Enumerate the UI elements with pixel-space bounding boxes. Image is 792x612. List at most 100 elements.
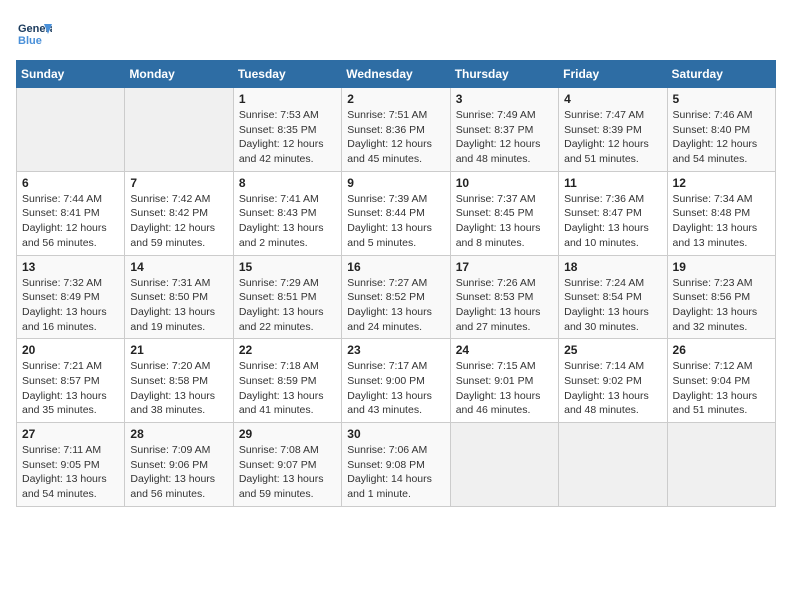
calendar-cell [450, 423, 558, 507]
day-number: 22 [239, 343, 336, 357]
day-info: Sunrise: 7:47 AM Sunset: 8:39 PM Dayligh… [564, 108, 661, 167]
day-number: 2 [347, 92, 444, 106]
day-info: Sunrise: 7:26 AM Sunset: 8:53 PM Dayligh… [456, 276, 553, 335]
day-info: Sunrise: 7:34 AM Sunset: 8:48 PM Dayligh… [673, 192, 770, 251]
day-info: Sunrise: 7:41 AM Sunset: 8:43 PM Dayligh… [239, 192, 336, 251]
day-number: 8 [239, 176, 336, 190]
calendar-cell: 1 Sunrise: 7:53 AM Sunset: 8:35 PM Daylig… [233, 88, 341, 172]
day-info: Sunrise: 7:44 AM Sunset: 8:41 PM Dayligh… [22, 192, 119, 251]
day-info: Sunrise: 7:37 AM Sunset: 8:45 PM Dayligh… [456, 192, 553, 251]
day-number: 23 [347, 343, 444, 357]
calendar-cell: 25 Sunrise: 7:14 AM Sunset: 9:02 PM Dayli… [559, 339, 667, 423]
col-header-tuesday: Tuesday [233, 61, 341, 88]
day-number: 15 [239, 260, 336, 274]
day-number: 14 [130, 260, 227, 274]
calendar-cell: 11 Sunrise: 7:36 AM Sunset: 8:47 PM Dayli… [559, 171, 667, 255]
day-number: 10 [456, 176, 553, 190]
logo: General Blue [16, 16, 56, 52]
day-info: Sunrise: 7:15 AM Sunset: 9:01 PM Dayligh… [456, 359, 553, 418]
logo-icon: General Blue [16, 16, 52, 52]
calendar-cell: 27Sunrise: 7:11 AM Sunset: 9:05 PM Dayli… [17, 423, 125, 507]
day-info: Sunrise: 7:18 AM Sunset: 8:59 PM Dayligh… [239, 359, 336, 418]
day-number: 24 [456, 343, 553, 357]
calendar-cell: 19 Sunrise: 7:23 AM Sunset: 8:56 PM Dayli… [667, 255, 775, 339]
day-info: Sunrise: 7:46 AM Sunset: 8:40 PM Dayligh… [673, 108, 770, 167]
calendar-cell: 15Sunrise: 7:29 AM Sunset: 8:51 PM Dayli… [233, 255, 341, 339]
calendar-cell: 23 Sunrise: 7:17 AM Sunset: 9:00 PM Dayli… [342, 339, 450, 423]
day-info: Sunrise: 7:49 AM Sunset: 8:37 PM Dayligh… [456, 108, 553, 167]
calendar-cell: 20Sunrise: 7:21 AM Sunset: 8:57 PM Dayli… [17, 339, 125, 423]
calendar-table: SundayMondayTuesdayWednesdayThursdayFrid… [16, 60, 776, 507]
day-info: Sunrise: 7:17 AM Sunset: 9:00 PM Dayligh… [347, 359, 444, 418]
day-number: 4 [564, 92, 661, 106]
calendar-cell: 18 Sunrise: 7:24 AM Sunset: 8:54 PM Dayli… [559, 255, 667, 339]
calendar-cell: 10 Sunrise: 7:37 AM Sunset: 8:45 PM Dayli… [450, 171, 558, 255]
day-info: Sunrise: 7:12 AM Sunset: 9:04 PM Dayligh… [673, 359, 770, 418]
day-number: 1 [239, 92, 336, 106]
day-info: Sunrise: 7:06 AM Sunset: 9:08 PM Dayligh… [347, 443, 444, 502]
col-header-thursday: Thursday [450, 61, 558, 88]
day-number: 29 [239, 427, 336, 441]
day-info: Sunrise: 7:36 AM Sunset: 8:47 PM Dayligh… [564, 192, 661, 251]
calendar-cell: 13 Sunrise: 7:32 AM Sunset: 8:49 PM Dayli… [17, 255, 125, 339]
day-number: 12 [673, 176, 770, 190]
calendar-cell [125, 88, 233, 172]
day-number: 6 [22, 176, 119, 190]
week-row-0: 1 Sunrise: 7:53 AM Sunset: 8:35 PM Daylig… [17, 88, 776, 172]
calendar-cell: 3 Sunrise: 7:49 AM Sunset: 8:37 PM Daylig… [450, 88, 558, 172]
svg-text:Blue: Blue [18, 35, 42, 47]
day-info: Sunrise: 7:53 AM Sunset: 8:35 PM Dayligh… [239, 108, 336, 167]
day-info: Sunrise: 7:09 AM Sunset: 9:06 PM Dayligh… [130, 443, 227, 502]
calendar-cell: 5 Sunrise: 7:46 AM Sunset: 8:40 PM Daylig… [667, 88, 775, 172]
day-number: 27 [22, 427, 119, 441]
day-number: 20 [22, 343, 119, 357]
day-info: Sunrise: 7:08 AM Sunset: 9:07 PM Dayligh… [239, 443, 336, 502]
day-number: 3 [456, 92, 553, 106]
day-number: 25 [564, 343, 661, 357]
col-header-sunday: Sunday [17, 61, 125, 88]
week-row-1: 6 Sunrise: 7:44 AM Sunset: 8:41 PM Daylig… [17, 171, 776, 255]
calendar-cell: 16Sunrise: 7:27 AM Sunset: 8:52 PM Dayli… [342, 255, 450, 339]
col-header-monday: Monday [125, 61, 233, 88]
calendar-cell: 9Sunrise: 7:39 AM Sunset: 8:44 PM Daylig… [342, 171, 450, 255]
calendar-cell [559, 423, 667, 507]
col-header-wednesday: Wednesday [342, 61, 450, 88]
calendar-cell: 4 Sunrise: 7:47 AM Sunset: 8:39 PM Daylig… [559, 88, 667, 172]
day-number: 28 [130, 427, 227, 441]
calendar-cell [667, 423, 775, 507]
week-row-2: 13 Sunrise: 7:32 AM Sunset: 8:49 PM Dayli… [17, 255, 776, 339]
day-number: 11 [564, 176, 661, 190]
calendar-cell: 24 Sunrise: 7:15 AM Sunset: 9:01 PM Dayli… [450, 339, 558, 423]
day-info: Sunrise: 7:51 AM Sunset: 8:36 PM Dayligh… [347, 108, 444, 167]
calendar-cell: 2 Sunrise: 7:51 AM Sunset: 8:36 PM Daylig… [342, 88, 450, 172]
day-info: Sunrise: 7:24 AM Sunset: 8:54 PM Dayligh… [564, 276, 661, 335]
calendar-cell: 7 Sunrise: 7:42 AM Sunset: 8:42 PM Daylig… [125, 171, 233, 255]
calendar-cell: 12 Sunrise: 7:34 AM Sunset: 8:48 PM Dayli… [667, 171, 775, 255]
day-info: Sunrise: 7:23 AM Sunset: 8:56 PM Dayligh… [673, 276, 770, 335]
day-number: 19 [673, 260, 770, 274]
calendar-cell: 28 Sunrise: 7:09 AM Sunset: 9:06 PM Dayli… [125, 423, 233, 507]
day-info: Sunrise: 7:32 AM Sunset: 8:49 PM Dayligh… [22, 276, 119, 335]
week-row-3: 20Sunrise: 7:21 AM Sunset: 8:57 PM Dayli… [17, 339, 776, 423]
calendar-cell: 29 Sunrise: 7:08 AM Sunset: 9:07 PM Dayli… [233, 423, 341, 507]
day-number: 13 [22, 260, 119, 274]
calendar-cell: 26 Sunrise: 7:12 AM Sunset: 9:04 PM Dayli… [667, 339, 775, 423]
calendar-cell: 6 Sunrise: 7:44 AM Sunset: 8:41 PM Daylig… [17, 171, 125, 255]
header-row: SundayMondayTuesdayWednesdayThursdayFrid… [17, 61, 776, 88]
calendar-cell: 14 Sunrise: 7:31 AM Sunset: 8:50 PM Dayli… [125, 255, 233, 339]
calendar-cell: 30Sunrise: 7:06 AM Sunset: 9:08 PM Dayli… [342, 423, 450, 507]
day-number: 16 [347, 260, 444, 274]
day-number: 18 [564, 260, 661, 274]
day-info: Sunrise: 7:31 AM Sunset: 8:50 PM Dayligh… [130, 276, 227, 335]
day-number: 5 [673, 92, 770, 106]
day-info: Sunrise: 7:39 AM Sunset: 8:44 PM Dayligh… [347, 192, 444, 251]
calendar-cell: 8 Sunrise: 7:41 AM Sunset: 8:43 PM Daylig… [233, 171, 341, 255]
day-number: 26 [673, 343, 770, 357]
day-info: Sunrise: 7:14 AM Sunset: 9:02 PM Dayligh… [564, 359, 661, 418]
header: General Blue [16, 16, 776, 52]
day-number: 7 [130, 176, 227, 190]
day-info: Sunrise: 7:20 AM Sunset: 8:58 PM Dayligh… [130, 359, 227, 418]
day-number: 21 [130, 343, 227, 357]
day-info: Sunrise: 7:42 AM Sunset: 8:42 PM Dayligh… [130, 192, 227, 251]
day-number: 17 [456, 260, 553, 274]
